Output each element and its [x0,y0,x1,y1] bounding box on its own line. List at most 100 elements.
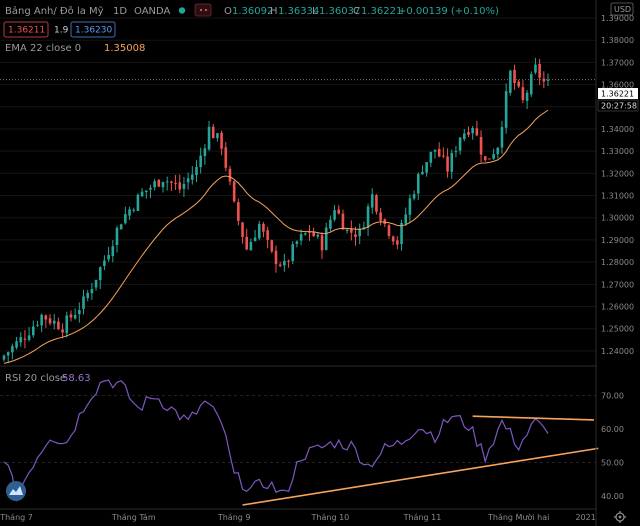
candle-body[interactable] [57,321,60,330]
candle-body[interactable] [488,158,491,160]
candle-body[interactable] [195,166,198,176]
candle-body[interactable] [538,63,541,78]
candle-body[interactable] [492,154,495,159]
candle-body[interactable] [446,156,449,172]
candle-body[interactable] [191,174,194,180]
candle-body[interactable] [504,91,508,128]
symbol-title[interactable]: Bảng Anh/ Đô la Mỹ [5,5,104,17]
candle-body[interactable] [513,69,516,84]
candle-body[interactable] [186,178,190,183]
candle-body[interactable] [157,179,161,187]
candle-body[interactable] [61,329,64,333]
candle-body[interactable] [496,147,500,155]
candle-body[interactable] [23,338,27,340]
candle-body[interactable] [266,230,269,240]
candle-body[interactable] [253,237,257,242]
candle-body[interactable] [391,236,395,242]
candle-body[interactable] [216,133,219,139]
candle-body[interactable] [270,240,274,252]
candle-body[interactable] [90,289,94,294]
candle-body[interactable] [521,87,525,101]
candle-body[interactable] [458,137,462,151]
candle-body[interactable] [450,152,454,172]
candle-body[interactable] [274,250,278,265]
candle-body[interactable] [467,131,470,135]
candle-body[interactable] [19,337,23,343]
candle-body[interactable] [182,183,186,189]
candle-body[interactable] [103,260,106,266]
candle-body[interactable] [370,194,374,208]
candle-body[interactable] [86,292,89,298]
candle-body[interactable] [421,171,424,175]
candle-body[interactable] [249,241,253,251]
candle-body[interactable] [299,234,303,241]
candle-body[interactable] [48,318,52,324]
candle-body[interactable] [237,202,240,221]
candle-body[interactable] [287,260,290,262]
candle-body[interactable] [107,254,110,260]
candle-body[interactable] [69,314,73,318]
candle-body[interactable] [228,168,232,182]
candle-body[interactable] [463,133,466,140]
candle-body[interactable] [534,64,537,73]
candle-body[interactable] [224,147,228,168]
candle-body[interactable] [128,209,131,216]
candle-body[interactable] [153,181,156,188]
candle-body[interactable] [220,132,223,149]
candle-body[interactable] [433,149,437,152]
candle-body[interactable] [479,136,483,155]
candle-body[interactable] [529,74,533,95]
candle-body[interactable] [471,127,474,134]
candle-body[interactable] [345,229,349,231]
candle-body[interactable] [132,209,136,211]
candle-body[interactable] [278,264,282,266]
candle-body[interactable] [291,244,295,262]
candle-body[interactable] [416,174,420,194]
candle-body[interactable] [525,92,529,101]
candle-body[interactable] [111,246,115,257]
candle-body[interactable] [396,240,399,245]
candle-body[interactable] [303,233,307,235]
candle-body[interactable] [354,234,357,237]
candle-body[interactable] [412,194,416,199]
candle-body[interactable] [15,341,18,348]
candle-body[interactable] [320,235,324,251]
alert-icon[interactable] [194,3,212,17]
candle-body[interactable] [78,310,81,315]
candle-body[interactable] [94,279,98,288]
candle-body[interactable] [329,219,332,229]
candle-body[interactable] [170,181,173,183]
candle-body[interactable] [333,210,336,220]
candle-body[interactable] [257,223,261,239]
candle-body[interactable] [475,128,479,136]
candle-body[interactable] [6,352,10,356]
candle-body[interactable] [174,182,177,184]
candle-body[interactable] [316,234,320,237]
candle-body[interactable] [387,225,391,236]
candle-body[interactable] [178,182,182,190]
tradingview-logo[interactable] [6,481,26,501]
candle-body[interactable] [245,236,249,250]
candle-body[interactable] [203,148,207,157]
candle-body[interactable] [483,156,487,161]
candle-body[interactable] [27,335,31,340]
candle-body[interactable] [262,223,265,232]
candle-body[interactable] [136,194,140,211]
candle-body[interactable] [207,126,211,150]
candle-body[interactable] [283,260,286,266]
candle-body[interactable] [2,355,6,360]
candle-body[interactable] [115,227,119,246]
candle-body[interactable] [425,162,428,173]
candle-body[interactable] [500,127,504,148]
candle-body[interactable] [140,191,144,197]
candle-body[interactable] [40,314,43,326]
candle-body[interactable] [199,155,202,168]
candle-body[interactable] [366,206,370,228]
candle-body[interactable] [119,224,123,230]
candle-body[interactable] [124,214,127,224]
candle-body[interactable] [161,181,165,188]
candle-body[interactable] [295,241,299,244]
candle-body[interactable] [442,155,445,157]
ema-legend-label[interactable]: EMA 22 close 0 [5,43,81,54]
candle-body[interactable] [341,213,345,230]
